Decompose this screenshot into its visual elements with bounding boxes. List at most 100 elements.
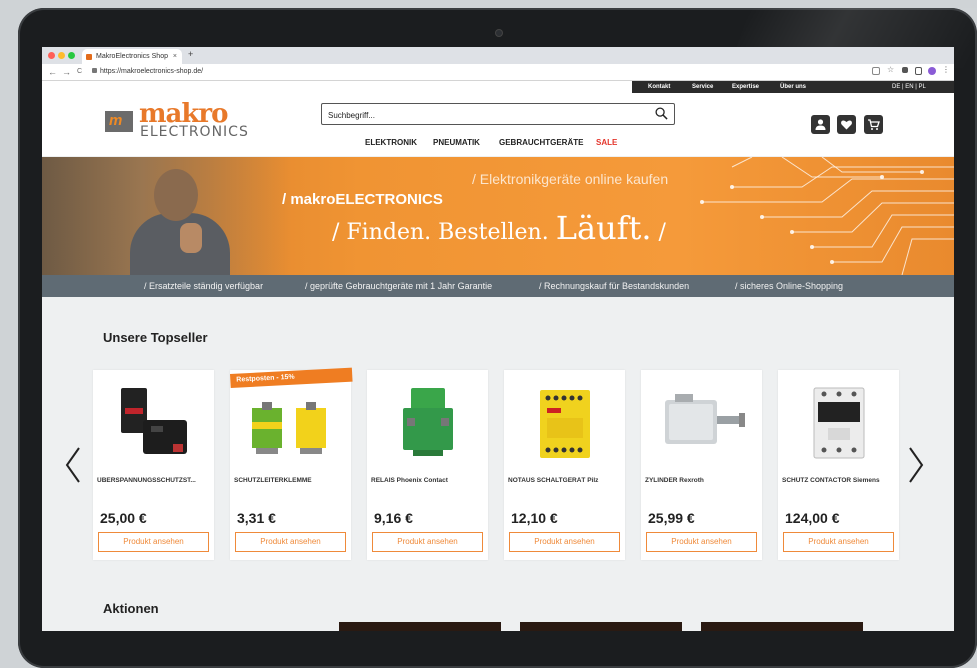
url-text: https://makroelectronics-shop.de/ bbox=[100, 68, 204, 75]
tab-title: MakroElectronics Shop bbox=[96, 53, 168, 60]
search-icon[interactable] bbox=[655, 107, 668, 120]
browser-window: MakroElectronics Shop × + ← → C https://… bbox=[42, 47, 954, 631]
product-view-button[interactable]: Produkt ansehen bbox=[509, 532, 620, 552]
usp-bar: / Ersatzteile ständig verfügbar / geprüf… bbox=[42, 275, 954, 297]
lock-icon bbox=[92, 68, 97, 73]
promo-tile[interactable] bbox=[339, 622, 501, 631]
product-image-contactor[interactable] bbox=[788, 378, 889, 466]
maximize-window-button[interactable] bbox=[68, 52, 75, 59]
product-name[interactable]: NOTAUS SCHALTGERÄT Pilz bbox=[508, 477, 622, 484]
new-tab-button[interactable]: + bbox=[188, 49, 193, 59]
product-price: 25,99 € bbox=[648, 510, 695, 526]
product-price: 12,10 € bbox=[511, 510, 558, 526]
search-input[interactable] bbox=[326, 107, 650, 123]
topbar-link-ueber-uns[interactable]: Über uns bbox=[780, 81, 806, 93]
product-name[interactable]: SCHUTZLEITERKLEMME bbox=[234, 477, 348, 484]
product-view-button[interactable]: Produkt ansehen bbox=[235, 532, 346, 552]
usp-rechnungskauf: / Rechnungskauf für Bestandskunden bbox=[539, 281, 690, 291]
product-view-button[interactable]: Produkt ansehen bbox=[646, 532, 757, 552]
heart-icon bbox=[841, 120, 852, 130]
account-icon bbox=[815, 119, 826, 130]
site-topbar: Kontakt Service Expertise Über uns DE | … bbox=[42, 81, 954, 93]
product-card[interactable]: ÜBERSPANNUNGSSCHUTZST... 25,00 € Produkt… bbox=[93, 370, 214, 560]
product-card[interactable]: ZYLINDER Rexroth 25,99 € Produkt ansehen bbox=[641, 370, 762, 560]
account-button[interactable] bbox=[811, 115, 830, 134]
language-switcher[interactable]: DE | EN | PL bbox=[892, 81, 926, 93]
banner-slogan-c: / bbox=[658, 220, 666, 245]
product-view-button[interactable]: Produkt ansehen bbox=[372, 532, 483, 552]
product-card[interactable]: SCHÜTZ CONTACTOR Siemens 124,00 € Produk… bbox=[778, 370, 899, 560]
tab-bar: MakroElectronics Shop × + bbox=[42, 47, 954, 64]
cart-button[interactable] bbox=[864, 115, 883, 134]
search-box bbox=[321, 103, 675, 125]
usp-ersatzteile: / Ersatzteile ständig verfügbar bbox=[144, 281, 264, 291]
product-card[interactable]: NOTAUS SCHALTGERÄT Pilz 12,10 € Produkt … bbox=[504, 370, 625, 560]
wishlist-button[interactable] bbox=[837, 115, 856, 134]
browser-tab[interactable]: MakroElectronics Shop × bbox=[82, 49, 182, 64]
profile-avatar-icon[interactable] bbox=[928, 67, 936, 75]
usp-online-shopping: / sicheres Online-Shopping bbox=[735, 281, 844, 291]
back-button[interactable]: ← bbox=[48, 66, 57, 78]
topbar-link-service[interactable]: Service bbox=[692, 81, 713, 93]
carousel-next-arrow-icon[interactable] bbox=[907, 445, 925, 485]
product-image-cylinder[interactable] bbox=[651, 378, 752, 466]
nav-pneumatik[interactable]: PNEUMATIK bbox=[433, 138, 480, 147]
sidebar-icon[interactable] bbox=[915, 67, 922, 75]
topbar-link-expertise[interactable]: Expertise bbox=[732, 81, 759, 93]
product-price: 124,00 € bbox=[785, 510, 840, 526]
site-header: m makro ELECTRONICS ELEKTRONIK PNEUMATIK… bbox=[42, 93, 954, 156]
topbar-links: Kontakt Service Expertise Über uns DE | … bbox=[632, 81, 954, 93]
product-name[interactable]: RELAIS Phoenix Contact bbox=[371, 477, 485, 484]
forward-button[interactable]: → bbox=[62, 66, 71, 78]
extensions-icon[interactable] bbox=[902, 67, 908, 73]
browser-menu-icon[interactable]: ⋮ bbox=[942, 65, 950, 74]
bookmark-star-icon[interactable]: ☆ bbox=[887, 65, 894, 74]
product-card[interactable]: RELAIS Phoenix Contact 9,16 € Produkt an… bbox=[367, 370, 488, 560]
topbar-link-kontakt[interactable]: Kontakt bbox=[648, 81, 670, 93]
banner-slogan-b: Läuft. bbox=[555, 209, 652, 247]
banner-tagline: / Elektronikgeräte online kaufen bbox=[472, 171, 669, 187]
webcam bbox=[496, 30, 502, 36]
nav-sale[interactable]: SALE bbox=[596, 138, 617, 147]
product-name[interactable]: SCHÜTZ CONTACTOR Siemens bbox=[782, 477, 896, 484]
hero-banner[interactable]: / Elektronikgeräte online kaufen / makro… bbox=[42, 157, 954, 275]
url-field[interactable]: https://makroelectronics-shop.de/ bbox=[92, 66, 203, 78]
thumbs-up-hand bbox=[180, 223, 202, 253]
product-image-safety-relay[interactable] bbox=[514, 378, 615, 466]
product-image-surge-protector[interactable] bbox=[103, 378, 204, 466]
product-price: 3,31 € bbox=[237, 510, 276, 526]
promo-tile[interactable] bbox=[520, 622, 682, 631]
share-icon[interactable] bbox=[872, 67, 880, 75]
nav-gebrauchtgeraete[interactable]: GEBRAUCHTGERÄTE bbox=[499, 138, 583, 147]
banner-photo bbox=[42, 157, 292, 275]
product-price: 9,16 € bbox=[374, 510, 413, 526]
favicon-icon bbox=[86, 54, 92, 60]
topseller-title: Unsere Topseller bbox=[103, 330, 208, 345]
minimize-window-button[interactable] bbox=[58, 52, 65, 59]
close-window-button[interactable] bbox=[48, 52, 55, 59]
aktionen-title: Aktionen bbox=[103, 601, 159, 616]
logo-subtitle: ELECTRONICS bbox=[140, 124, 249, 140]
logo-mark-icon[interactable]: m bbox=[105, 111, 133, 132]
banner-brand: / makroELECTRONICS bbox=[282, 191, 443, 208]
product-name[interactable]: ÜBERSPANNUNGSSCHUTZST... bbox=[97, 477, 211, 484]
banner-slogan: / Finden. Bestellen. Läuft. / bbox=[332, 209, 666, 247]
product-view-button[interactable]: Produkt ansehen bbox=[98, 532, 209, 552]
usp-garantie: / geprüfte Gebrauchtgeräte mit 1 Jahr Ga… bbox=[305, 281, 493, 291]
product-price: 25,00 € bbox=[100, 510, 147, 526]
product-card[interactable]: Restposten - 15% SCHUTZLEITERKLEMME 3,31… bbox=[230, 367, 353, 560]
product-image-terminal-block[interactable] bbox=[240, 378, 341, 466]
person-head bbox=[154, 169, 198, 221]
main-content: Unsere Topseller ÜBERSPANNUNGSSCHUTZST..… bbox=[42, 297, 954, 631]
reload-button[interactable]: C bbox=[77, 66, 82, 78]
product-view-button[interactable]: Produkt ansehen bbox=[783, 532, 894, 552]
product-image-relay[interactable] bbox=[377, 378, 478, 466]
promo-tile[interactable] bbox=[701, 622, 863, 631]
product-name[interactable]: ZYLINDER Rexroth bbox=[645, 477, 759, 484]
banner-slogan-a: / Finden. Bestellen. bbox=[332, 220, 549, 245]
nav-elektronik[interactable]: ELEKTRONIK bbox=[365, 138, 417, 147]
cart-icon bbox=[868, 119, 880, 130]
tab-close-icon[interactable]: × bbox=[173, 49, 177, 64]
address-bar: ← → C https://makroelectronics-shop.de/ … bbox=[42, 64, 954, 81]
carousel-prev-arrow-icon[interactable] bbox=[64, 445, 82, 485]
